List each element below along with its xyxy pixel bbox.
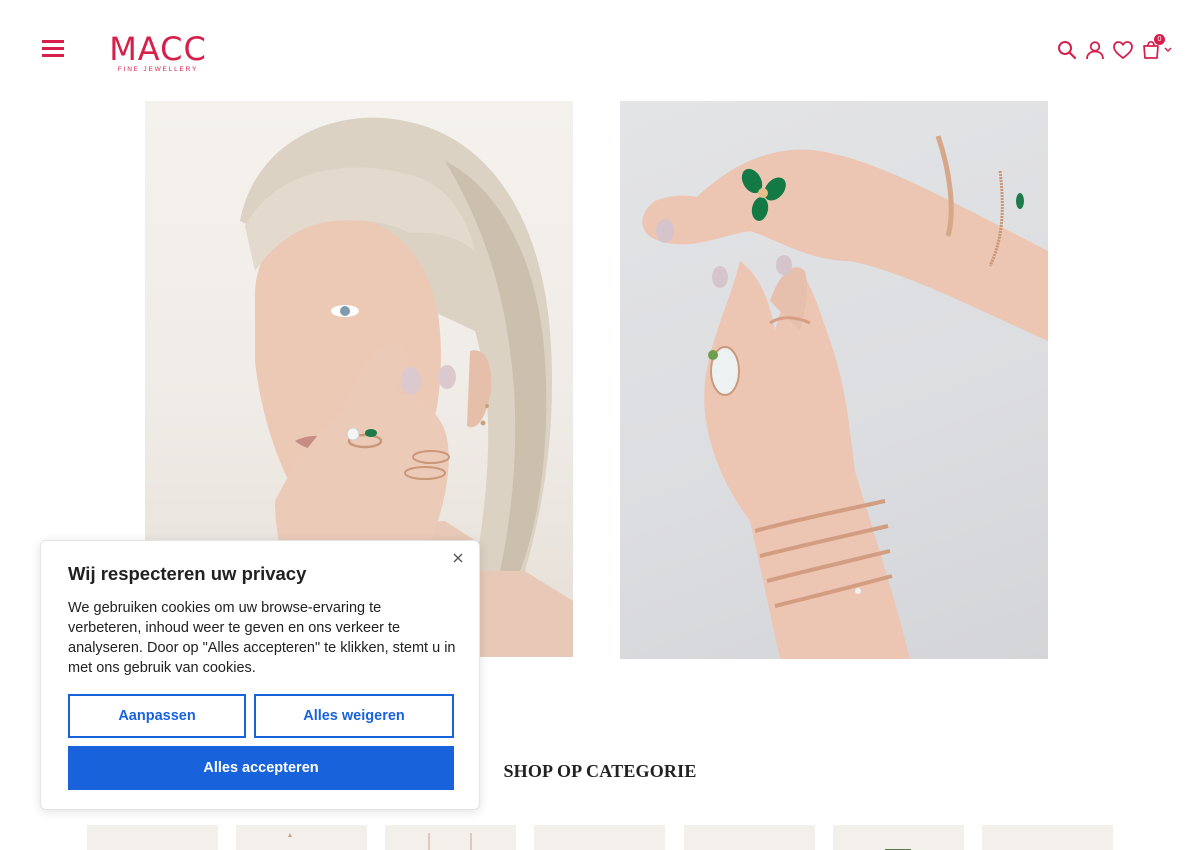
cookie-title: Wij respecteren uw privacy: [68, 563, 307, 584]
search-icon[interactable]: [1055, 38, 1079, 62]
cart-icon[interactable]: 0: [1139, 34, 1165, 62]
header-actions: 0: [1051, 34, 1172, 62]
cookie-consent-banner: Wij respecteren uw privacy We gebruiken …: [40, 540, 480, 810]
category-tile[interactable]: [236, 825, 368, 850]
logo-text: MACC: [109, 30, 207, 68]
accept-all-button[interactable]: Alles accepteren: [68, 746, 454, 790]
site-header: MACC FINE JEWELLERY 0: [0, 0, 1200, 100]
customize-button[interactable]: Aanpassen: [68, 694, 246, 738]
category-tile[interactable]: [683, 825, 815, 850]
category-tile[interactable]: [87, 825, 218, 850]
close-icon[interactable]: [451, 551, 465, 565]
logo-subtitle: FINE JEWELLERY: [117, 66, 199, 73]
chevron-down-icon[interactable]: [1164, 38, 1172, 62]
page: MACC FINE JEWELLERY 0 SHOP OP CATEGORIE …: [0, 0, 1200, 850]
category-tile[interactable]: [534, 825, 666, 850]
category-tile[interactable]: [832, 825, 964, 850]
heart-icon[interactable]: [1111, 38, 1135, 62]
cart-count-badge: 0: [1154, 34, 1165, 45]
campaign-image-hands[interactable]: [620, 101, 1048, 659]
category-carousel: [87, 825, 1113, 850]
category-tile[interactable]: [981, 825, 1113, 850]
cookie-description: We gebruiken cookies om uw browse-ervari…: [68, 600, 456, 676]
reject-all-button[interactable]: Alles weigeren: [254, 694, 454, 738]
hamburger-menu-icon[interactable]: [42, 40, 64, 60]
user-icon[interactable]: [1083, 38, 1107, 62]
category-tile[interactable]: [385, 825, 517, 850]
site-logo[interactable]: MACC FINE JEWELLERY: [108, 30, 208, 76]
